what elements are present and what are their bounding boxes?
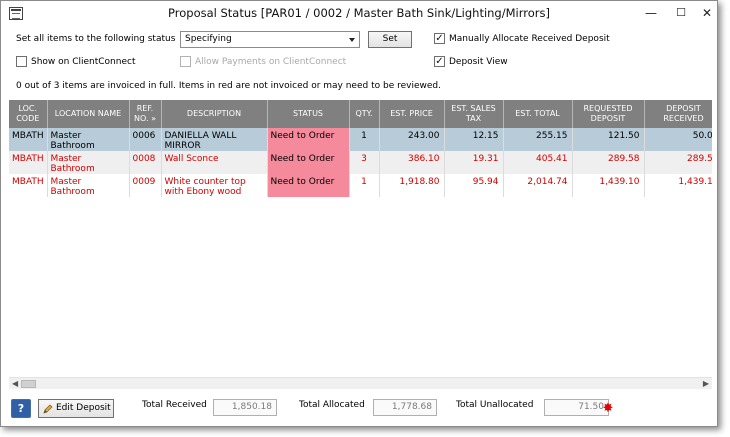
cell-qty[interactable]: 1 — [349, 128, 380, 151]
maximize-button[interactable]: ☐ — [671, 5, 691, 21]
cell-qty[interactable]: 3 — [349, 151, 380, 174]
cell-description[interactable]: DANIELLA WALL MIRROR — [161, 128, 268, 151]
column-header-est-total[interactable]: EST. TOTAL — [503, 100, 573, 128]
minimize-button[interactable]: — — [641, 5, 661, 21]
cell-est-total[interactable]: 2,014.74 — [503, 174, 573, 197]
items-grid: LOC. CODE LOCATION NAME REF. NO. » DESCR… — [9, 100, 712, 389]
column-header-description[interactable]: DESCRIPTION — [161, 100, 268, 128]
cell-est-price[interactable]: 243.00 — [379, 128, 445, 151]
edit-deposit-label: Edit Deposit — [56, 403, 111, 413]
status-select[interactable]: Specifying — [180, 31, 360, 48]
cell-est-price[interactable]: 1,918.80 — [379, 174, 445, 197]
total-allocated-field: 1,778.68 — [373, 399, 437, 416]
table-row[interactable]: MBATH Master Bathroom 0006 DANIELLA WALL… — [9, 128, 712, 151]
cell-qty[interactable]: 1 — [349, 174, 380, 197]
window-title: Proposal Status [PAR01 / 0002 / Master B… — [168, 6, 550, 20]
set-button[interactable]: Set — [368, 31, 412, 48]
edit-deposit-button[interactable]: Edit Deposit — [38, 399, 114, 418]
column-header-est-price[interactable]: EST. PRICE — [379, 100, 445, 128]
cell-est-total[interactable]: 255.15 — [503, 128, 573, 151]
total-received-field: 1,850.18 — [213, 399, 277, 416]
cell-loc-code[interactable]: MBATH — [9, 151, 48, 174]
table-row[interactable]: MBATH Master Bathroom 0008 Wall Sconce N… — [9, 151, 712, 174]
cell-loc-code[interactable]: MBATH — [9, 174, 48, 197]
chevron-down-icon — [349, 38, 355, 42]
close-button[interactable]: ✕ — [697, 5, 717, 21]
cell-location-name[interactable]: Master Bathroom — [47, 174, 130, 197]
deposit-view-label: Deposit View — [449, 57, 508, 67]
column-header-qty[interactable]: QTY. — [349, 100, 380, 128]
cell-est-sales-tax[interactable]: 19.31 — [444, 151, 504, 174]
allow-payments-checkbox[interactable] — [180, 56, 191, 67]
items-table: LOC. CODE LOCATION NAME REF. NO. » DESCR… — [9, 100, 712, 197]
cell-est-price[interactable]: 386.10 — [379, 151, 445, 174]
cell-description[interactable]: Wall Sconce — [161, 151, 268, 174]
cell-deposit-received[interactable]: 50.00 — [644, 128, 712, 151]
column-header-ref-no[interactable]: REF. NO. » — [129, 100, 162, 128]
set-status-label: Set all items to the following status — [16, 34, 176, 44]
warning-star-icon: ✸ — [602, 401, 614, 416]
cell-location-name[interactable]: Master Bathroom — [47, 128, 130, 151]
table-row[interactable]: MBATH Master Bathroom 0009 White counter… — [9, 174, 712, 197]
cell-deposit-received[interactable]: 289.58 — [644, 151, 712, 174]
cell-deposit-received[interactable]: 1,439.10 — [644, 174, 712, 197]
column-header-deposit-received[interactable]: DEPOSIT RECEIVED — [644, 100, 712, 128]
total-unallocated-label: Total Unallocated — [456, 400, 534, 410]
manual-allocate-label: Manually Allocate Received Deposit — [449, 34, 610, 44]
cell-ref-no[interactable]: 0006 — [129, 128, 162, 151]
cell-est-sales-tax[interactable]: 12.15 — [444, 128, 504, 151]
horizontal-scrollbar[interactable]: ◀ ▶ — [9, 377, 712, 389]
grid-header-row: LOC. CODE LOCATION NAME REF. NO. » DESCR… — [9, 100, 712, 128]
allow-payments-label: Allow Payments on ClientConnect — [195, 57, 347, 67]
cell-description[interactable]: White counter top with Ebony wood — [161, 174, 268, 197]
manual-allocate-checkbox[interactable]: ✓ — [434, 33, 445, 44]
scrollbar-thumb[interactable] — [21, 380, 36, 388]
cell-requested-deposit[interactable]: 1,439.10 — [572, 174, 645, 197]
show-client-connect-label: Show on ClientConnect — [31, 57, 136, 67]
cell-status[interactable]: Need to Order — [267, 128, 350, 151]
cell-loc-code[interactable]: MBATH — [9, 128, 48, 151]
deposit-view-checkbox[interactable]: ✓ — [434, 56, 445, 67]
column-header-location-name[interactable]: LOCATION NAME — [47, 100, 130, 128]
cell-status[interactable]: Need to Order — [267, 151, 350, 174]
cell-requested-deposit[interactable]: 121.50 — [572, 128, 645, 151]
proposal-status-window: Proposal Status [PAR01 / 0002 / Master B… — [0, 0, 718, 427]
cell-status[interactable]: Need to Order — [267, 174, 350, 197]
cell-est-total[interactable]: 405.41 — [503, 151, 573, 174]
cell-requested-deposit[interactable]: 289.58 — [572, 151, 645, 174]
column-header-requested-deposit[interactable]: REQUESTED DEPOSIT — [572, 100, 645, 128]
cell-ref-no[interactable]: 0009 — [129, 174, 162, 197]
show-client-connect-checkbox[interactable] — [16, 56, 27, 67]
cell-location-name[interactable]: Master Bathroom — [47, 151, 130, 174]
title-bar: Proposal Status [PAR01 / 0002 / Master B… — [1, 1, 717, 27]
scroll-right-icon[interactable]: ▶ — [703, 378, 709, 390]
column-header-status[interactable]: STATUS — [267, 100, 350, 128]
scroll-left-icon[interactable]: ◀ — [12, 378, 18, 390]
total-unallocated-field: 71.50 — [544, 399, 609, 416]
total-allocated-label: Total Allocated — [299, 400, 365, 410]
column-header-loc-code[interactable]: LOC. CODE — [9, 100, 48, 128]
cell-ref-no[interactable]: 0008 — [129, 151, 162, 174]
help-button[interactable]: ? — [11, 399, 31, 418]
cell-est-sales-tax[interactable]: 95.94 — [444, 174, 504, 197]
total-received-label: Total Received — [142, 400, 207, 410]
pencil-icon — [43, 404, 53, 414]
status-select-value: Specifying — [185, 34, 232, 44]
invoice-summary-text: 0 out of 3 items are invoiced in full. I… — [16, 81, 441, 91]
column-header-est-sales-tax[interactable]: EST. SALES TAX — [444, 100, 504, 128]
